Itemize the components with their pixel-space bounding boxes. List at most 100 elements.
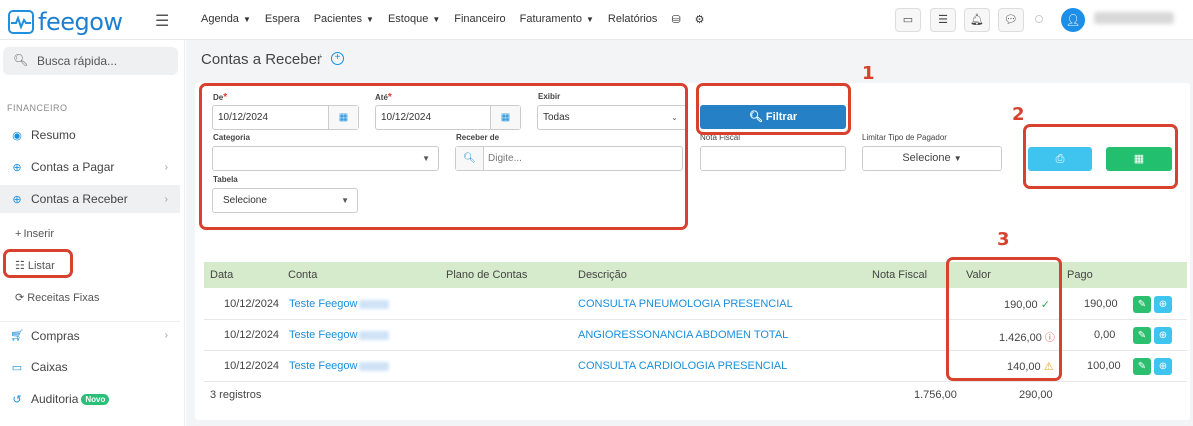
menu-label: Espera [264,13,300,25]
chevron-right-icon: › [164,161,168,173]
row-paid: 190,00 [1084,298,1118,310]
row-value-text: 140,00 [1007,361,1041,373]
sidebar-item-caixas[interactable]: ▭ Caixas [0,353,180,381]
row-description-link[interactable]: CONSULTA CARDIOLOGIA PRESENCIAL [578,360,787,372]
receber-de-label: Receber de [456,133,500,142]
hamburger-menu-icon[interactable]: ☰ [155,11,169,31]
sidebar-item-contas-a-pagar[interactable]: ⊕ Contas a Pagar › [0,153,180,181]
de-date-input[interactable]: 10/12/2024 ▦ [212,105,359,130]
menu-item-espera[interactable]: Espera [265,13,300,26]
column-header-descricao[interactable]: Descrição [578,269,627,281]
menu-label: Financeiro [454,13,506,25]
row-account-link[interactable]: Teste Feegow [289,329,390,341]
column-header-plano[interactable]: Plano de Contas [446,269,527,281]
alert-circle-icon: ⓘ [1044,333,1055,344]
database-icon[interactable]: ⛁ [671,13,680,26]
column-header-valor[interactable]: Valor [966,269,991,281]
menu-item-faturamento[interactable]: Faturamento ▼ [520,13,594,26]
receber-de-input[interactable]: 🔍︎ Digite... [455,146,683,171]
limitar-pagador-select[interactable]: Selecione ▼ [862,146,1002,171]
row-paid: 0,00 [1094,329,1116,341]
sidebar-subitem-receitas-fixas[interactable]: ⟳ Receitas Fixas [15,291,100,305]
sidebar-subitem-inserir[interactable]: + Inserir [15,228,54,240]
caret-down-icon: ▼ [341,196,349,205]
print-button[interactable]: ⎙ [1028,147,1092,171]
user-avatar-icon[interactable]: 👤︎ [1061,8,1085,32]
row-account-link[interactable]: Teste Feegow [289,360,390,372]
sidebar-item-contas-a-receber[interactable]: ⊕ Contas a Receber › [0,185,180,213]
sidebar-item-resumo[interactable]: ◉ Resumo [0,121,180,149]
menu-item-relatorios[interactable]: Relatórios [608,13,658,26]
main-content: Contas a Receber / + De* 10/12/2024 ▦ At… [186,40,1193,426]
sidebar-subitem-listar[interactable]: ☷ Listar [15,259,55,273]
user-name-blurred[interactable] [1094,12,1174,24]
edit-button[interactable]: ✎ [1133,358,1151,375]
cart-icon: 🛒︎ [10,330,24,342]
categoria-select[interactable]: ▼ [212,146,439,171]
ate-date-value: 10/12/2024 [381,112,432,123]
warning-icon: ⚠ [1043,361,1054,373]
column-header-pago[interactable]: Pago [1067,269,1093,281]
arrow-up-circle-icon: ⊕ [12,161,22,174]
view-button[interactable]: ⊕ [1154,296,1172,313]
bell-icon[interactable]: 🔔︎ [964,8,990,32]
receber-de-placeholder: Digite... [488,153,522,164]
status-dot-icon [1035,15,1043,23]
edit-button[interactable]: ✎ [1133,327,1151,344]
annotation-number-1: 1 [862,63,875,84]
breadcrumb-separator: / [318,53,322,65]
ate-label-text: Até [375,93,388,102]
caret-down-icon: ▼ [242,15,251,24]
tray-icon: ▭ [11,361,23,374]
checklist-icon[interactable]: ☰ [930,8,956,32]
column-header-data[interactable]: Data [210,269,233,281]
table-row: 10/12/2024 Teste Feegow CONSULTA PNEUMOL… [204,289,1187,320]
quick-search-input[interactable]: 🔍︎ Busca rápida... [3,47,178,75]
sidebar-item-label: Contas a Pagar [31,160,115,174]
export-excel-button[interactable]: ▦ [1106,147,1172,171]
chat-icon[interactable]: 💬︎ [998,8,1024,32]
add-circle-icon[interactable]: + [331,52,344,65]
records-count: 3 registros [210,389,262,401]
menu-item-estoque[interactable]: Estoque ▼ [388,13,440,26]
tabela-select[interactable]: Selecione ▼ [212,188,358,213]
sidebar-item-compras[interactable]: 🛒︎ Compras › [0,321,180,349]
row-value: 1.426,00 ⓘ [999,329,1055,344]
exibir-select[interactable]: Todas ⌄ [537,105,687,130]
row-description-link[interactable]: CONSULTA PNEUMOLOGIA PRESENCIAL [578,298,793,310]
view-button[interactable]: ⊕ [1154,358,1172,375]
calendar-icon[interactable]: ▦ [490,106,520,129]
sidebar-item-auditoria[interactable]: ↺ Auditoria Novo [0,385,180,413]
edit-button[interactable]: ✎ [1133,296,1151,313]
de-date-value: 10/12/2024 [218,112,269,123]
ate-date-input[interactable]: 10/12/2024 ▦ [375,105,521,130]
row-account-text: Teste Feegow [289,360,358,372]
column-header-conta[interactable]: Conta [288,269,317,281]
column-header-nota-fiscal[interactable]: Nota Fiscal [872,269,927,281]
gear-icon[interactable]: ⚙ [695,13,705,26]
feegow-logo[interactable]: feegow [8,8,123,36]
row-account-link[interactable]: Teste Feegow [289,298,390,310]
calendar-icon[interactable]: ▦ [328,106,358,129]
view-button[interactable]: ⊕ [1154,327,1172,344]
ate-label: Até* [375,92,392,103]
edit-icon: ✎ [1137,361,1147,372]
menu-item-financeiro[interactable]: Financeiro [454,13,505,26]
menu-item-pacientes[interactable]: Pacientes ▼ [314,13,374,26]
heartbeat-logo-icon [8,10,34,34]
filtrar-button[interactable]: 🔍︎ Filtrar [700,105,846,129]
sidebar-item-label: Contas a Receber [31,192,128,206]
sidebar-item-label: Resumo [31,128,76,142]
history-icon: ↺ [12,393,22,406]
row-date: 10/12/2024 [224,298,280,310]
sidebar-subitem-label: Receitas Fixas [27,291,100,304]
menu-item-agenda[interactable]: Agenda ▼ [201,13,251,26]
nota-fiscal-input[interactable] [700,146,846,171]
sidebar-item-label: Compras [31,328,80,343]
table-row: 10/12/2024 Teste Feegow CONSULTA CARDIOL… [204,351,1187,382]
brand-name: feegow [38,8,123,36]
table-icon: ▦ [1133,153,1145,165]
menu-label: Pacientes [313,13,363,25]
row-description-link[interactable]: ANGIORESSONANCIA ABDOMEN TOTAL [578,329,788,341]
inbox-icon[interactable]: ▭ [895,8,921,32]
